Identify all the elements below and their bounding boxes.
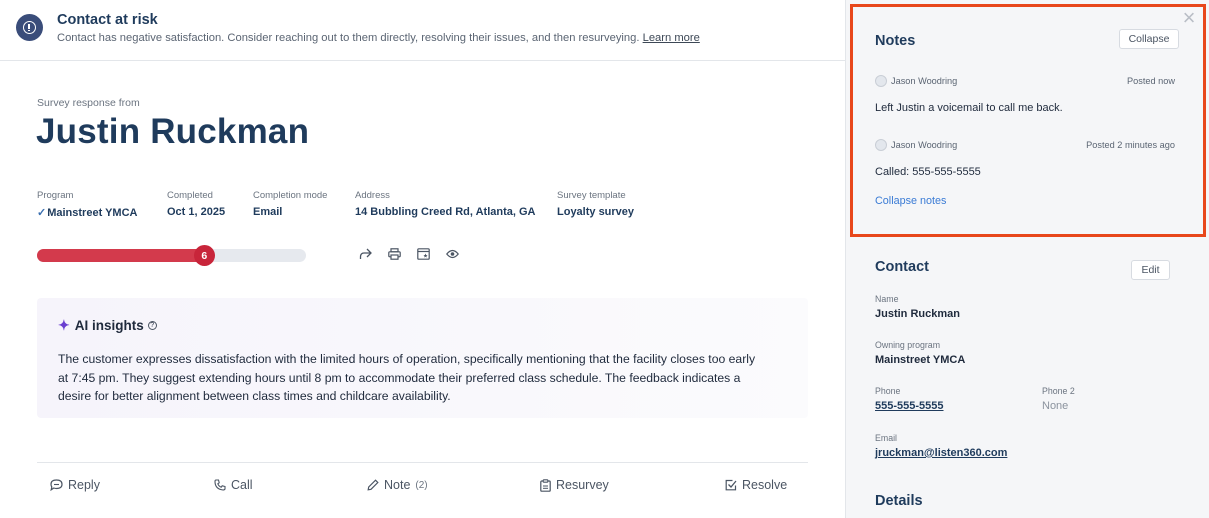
meta-value: Email	[253, 206, 283, 218]
note-label: Note	[384, 478, 411, 492]
contact-program: Mainstreet YMCA	[875, 354, 966, 366]
collapse-button[interactable]: Collapse	[1119, 29, 1179, 49]
avatar	[875, 139, 887, 151]
alert-text: Contact has negative satisfaction. Consi…	[57, 32, 640, 44]
contact-name: Justin Ruckman	[875, 308, 960, 320]
contact-email-link[interactable]: jruckman@listen360.com	[875, 447, 1007, 459]
note-text: Left Justin a voicemail to call me back.	[875, 102, 1063, 114]
eye-icon[interactable]	[443, 245, 461, 263]
ai-insights-title: AI insights	[74, 318, 144, 333]
survey-from-label: Survey response from	[37, 97, 140, 109]
browser-star-icon[interactable]	[414, 245, 432, 263]
meta-value: Oct 1, 2025	[167, 206, 226, 218]
reply-label: Reply	[68, 478, 100, 492]
notes-title: Notes	[875, 33, 916, 49]
notes-panel: Notes Collapse Jason Woodring Posted now…	[850, 4, 1206, 237]
pencil-icon	[367, 479, 379, 491]
note-button[interactable]: Note (2)	[367, 478, 428, 492]
action-bar: Reply Call Note (2) Resurvey Resolve	[37, 462, 808, 518]
meta-label: Program	[37, 190, 74, 201]
ai-insights-card: ✦ AI insights ? The customer expresses d…	[37, 298, 808, 418]
clipboard-icon	[540, 478, 551, 492]
score-badge: 6	[193, 245, 215, 266]
contact-phone2: None	[1042, 400, 1069, 412]
meta-label: Completed	[167, 190, 213, 201]
print-icon[interactable]	[385, 245, 403, 263]
meta-label: Completion mode	[253, 190, 328, 201]
note-count: (2)	[415, 479, 428, 491]
field-label: Phone	[875, 386, 901, 396]
score-bar-fill	[37, 249, 204, 262]
main-panel: Contact at risk Contact has negative sat…	[0, 0, 845, 518]
contact-phone-link[interactable]: 555-555-5555	[875, 400, 944, 412]
alert-message: Contact has negative satisfaction. Consi…	[57, 32, 700, 44]
check-square-icon	[725, 479, 737, 491]
call-button[interactable]: Call	[214, 478, 253, 492]
note-text: Called: 555-555-5555	[875, 166, 981, 178]
collapse-notes-link[interactable]: Collapse notes	[875, 195, 946, 207]
note-author-name: Jason Woodring	[891, 76, 958, 86]
share-icon[interactable]	[356, 245, 374, 263]
avatar	[875, 75, 887, 87]
note-timestamp: Posted now	[1126, 76, 1175, 86]
response-toolbar	[356, 245, 461, 263]
edit-contact-button[interactable]: Edit	[1131, 260, 1170, 280]
note-author-name: Jason Woodring	[891, 140, 958, 150]
meta-address: Address 14 Bubbling Creed Rd, Atlanta, G…	[355, 190, 536, 218]
meta-value: 14 Bubbling Creed Rd, Atlanta, GA	[355, 206, 536, 218]
field-label: Phone 2	[1042, 386, 1075, 396]
learn-more-link[interactable]: Learn more	[643, 32, 700, 44]
resurvey-label: Resurvey	[556, 478, 609, 492]
details-section-title: Details	[875, 493, 923, 509]
contact-section-title: Contact	[875, 259, 929, 275]
resolve-label: Resolve	[742, 478, 788, 492]
meta-completed: Completed Oct 1, 2025	[167, 190, 225, 218]
note-author: Jason Woodring	[875, 139, 957, 151]
reply-button[interactable]: Reply	[50, 478, 100, 492]
sparkle-icon: ✦	[58, 317, 70, 333]
risk-alert-banner: Contact at risk Contact has negative sat…	[0, 0, 845, 61]
resolve-button[interactable]: Resolve	[725, 478, 787, 492]
ymca-logo-icon: ✓	[37, 207, 47, 219]
phone-icon	[214, 479, 226, 491]
meta-completion-mode: Completion mode Email	[253, 190, 327, 218]
ai-insights-text: The customer expresses dissatisfaction w…	[58, 352, 756, 403]
note-author: Jason Woodring	[875, 75, 957, 87]
resurvey-button[interactable]: Resurvey	[540, 478, 609, 492]
help-icon[interactable]: ?	[147, 321, 157, 330]
alert-title: Contact at risk	[57, 12, 158, 28]
respondent-name: Justin Ruckman	[36, 112, 310, 151]
meta-survey-template: Survey template Loyalty survey	[557, 190, 634, 218]
meta-label: Address	[355, 190, 390, 201]
call-label: Call	[231, 478, 253, 492]
field-label: Name	[875, 294, 899, 304]
chat-bubble-icon	[50, 479, 63, 491]
score-bar: 6	[37, 245, 306, 266]
meta-label: Survey template	[557, 190, 626, 201]
meta-program: Program ✓Mainstreet YMCA	[37, 190, 137, 219]
field-label: Owning program	[875, 340, 941, 350]
note-timestamp: Posted 2 minutes ago	[1086, 140, 1175, 150]
alert-icon	[16, 14, 43, 41]
field-label: Email	[875, 433, 897, 443]
meta-value: Mainstreet YMCA	[47, 207, 138, 219]
meta-value: Loyalty survey	[557, 206, 635, 218]
contact-sidebar: × Notes Collapse Jason Woodring Posted n…	[845, 0, 1209, 518]
